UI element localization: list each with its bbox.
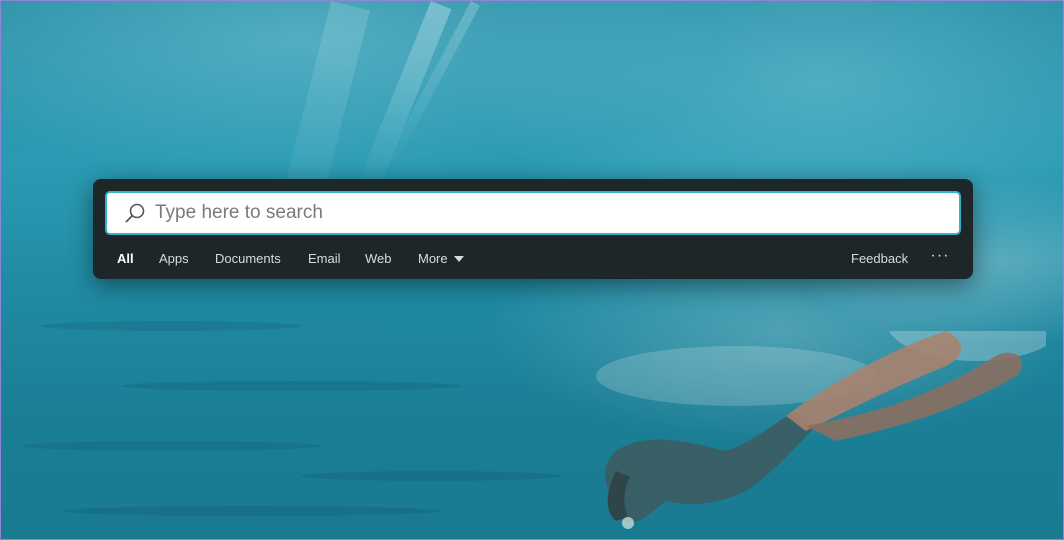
search-panel: All Apps Documents Email Web More Feedba…	[93, 179, 973, 279]
search-filter-bar: All Apps Documents Email Web More Feedba…	[93, 247, 973, 273]
light-ray	[356, 1, 452, 195]
water-ripple	[21, 441, 321, 451]
feedback-link[interactable]: Feedback	[851, 251, 908, 266]
tab-documents[interactable]: Documents	[215, 251, 281, 266]
tab-apps[interactable]: Apps	[159, 251, 189, 266]
desktop-wallpaper: All Apps Documents Email Web More Feedba…	[0, 0, 1064, 540]
tab-more-label: More	[418, 251, 448, 266]
tab-web[interactable]: Web	[365, 251, 392, 266]
tab-email[interactable]: Email	[308, 251, 341, 266]
water-ripple	[301, 471, 561, 481]
tab-all[interactable]: All	[117, 251, 134, 266]
tab-more[interactable]: More	[418, 251, 464, 266]
water-ripple	[61, 506, 441, 516]
more-options-icon[interactable]: ···	[929, 247, 951, 269]
water-ripple	[121, 381, 461, 391]
diver-illustration	[596, 331, 1046, 529]
water-ripple	[41, 321, 301, 331]
search-input[interactable]	[155, 193, 959, 233]
search-box[interactable]	[105, 191, 961, 235]
search-icon	[123, 201, 147, 225]
caret-down-icon	[453, 255, 464, 262]
